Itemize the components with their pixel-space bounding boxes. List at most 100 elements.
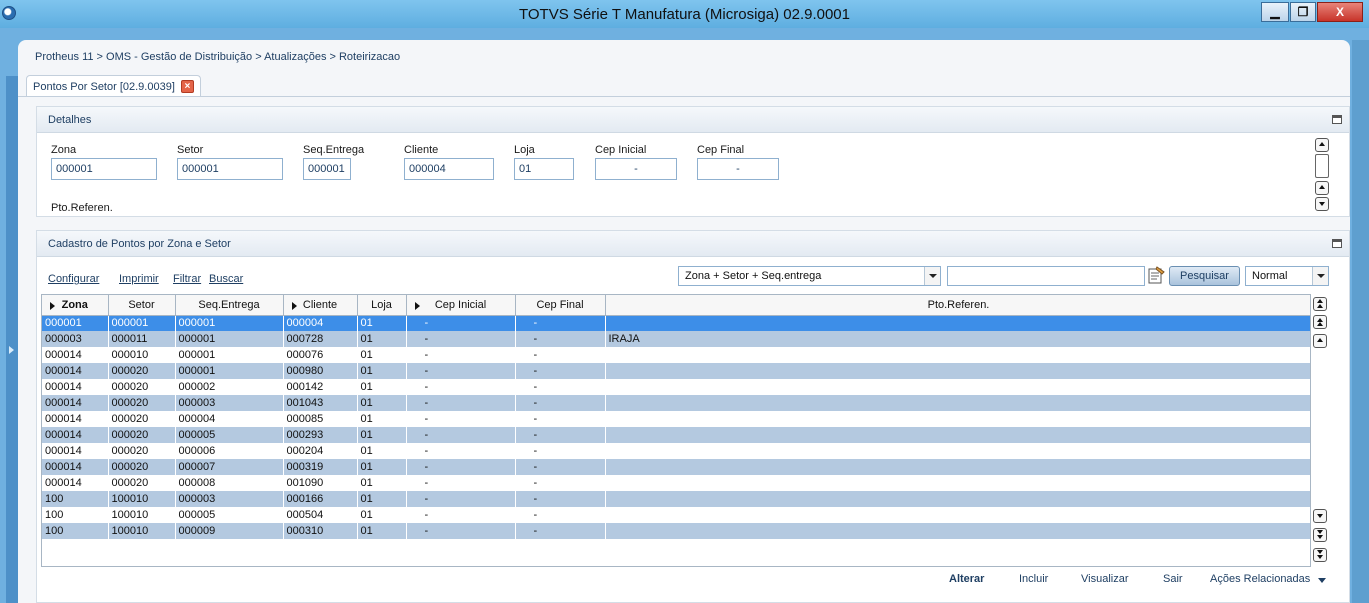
setor-field[interactable]: 000001: [177, 158, 283, 180]
table-cell: 01: [357, 427, 407, 443]
table-row[interactable]: 000014 000010 000001 000076 01- -: [42, 347, 1310, 363]
table-row[interactable]: 000001 000001 000001 000004 01- -: [42, 315, 1310, 331]
grid-scroll-pagedown-button[interactable]: [1313, 528, 1327, 542]
table-row[interactable]: 000014 000020 000001 000980 01- -: [42, 363, 1310, 379]
cliente-field[interactable]: 000004: [404, 158, 494, 180]
table-cell: 01: [357, 379, 407, 395]
details-panel: Detalhes Zona 000001 Setor 000001 Seq.En…: [36, 106, 1350, 217]
order-select[interactable]: Zona + Setor + Seq.entrega: [678, 266, 941, 286]
table-cell: 000020: [108, 363, 176, 379]
grid-scroll-top-button[interactable]: [1313, 297, 1327, 311]
table-cell: 000014: [42, 363, 109, 379]
table-cell: 000014: [42, 379, 109, 395]
grid-scroll-up-button[interactable]: [1313, 334, 1327, 348]
imprimir-link[interactable]: Imprimir: [119, 273, 159, 285]
tab-pontos-por-setor[interactable]: Pontos Por Setor [02.9.0039] ×: [26, 75, 201, 97]
column-header-setor[interactable]: Setor: [108, 295, 176, 316]
loja-field[interactable]: 01: [514, 158, 574, 180]
chevron-down-icon[interactable]: [1312, 267, 1328, 285]
configurar-link[interactable]: Configurar: [48, 273, 99, 285]
column-header-loja[interactable]: Loja: [357, 295, 407, 316]
table-cell: -: [515, 475, 606, 491]
right-border: [1352, 40, 1369, 603]
sair-button[interactable]: Sair: [1163, 573, 1183, 585]
table-cell: -: [406, 411, 516, 427]
table-cell: 01: [357, 523, 407, 539]
arrow-down-icon: [1317, 514, 1323, 518]
table-cell: 100010: [108, 523, 176, 539]
table-cell: 000020: [108, 411, 176, 427]
collapse-icon[interactable]: [1332, 115, 1342, 124]
table-cell: -: [515, 459, 606, 475]
grid-scroll-down-button[interactable]: [1313, 509, 1327, 523]
grid-scroll-pageup-button[interactable]: [1313, 315, 1327, 329]
table-cell: 100010: [108, 507, 176, 523]
filtrar-link[interactable]: Filtrar: [173, 273, 201, 285]
table-row[interactable]: 000014 000020 000007 000319 01- -: [42, 459, 1310, 475]
table-cell: -: [515, 363, 606, 379]
buscar-link[interactable]: Buscar: [209, 273, 243, 285]
tab-close-icon[interactable]: ×: [180, 80, 194, 93]
column-header-cep-final[interactable]: Cep Final: [515, 295, 606, 316]
table-row[interactable]: 000014 000020 000006 000204 01- -: [42, 443, 1310, 459]
table-row[interactable]: 000014 000020 000005 000293 01- -: [42, 427, 1310, 443]
collapse-icon[interactable]: [1332, 239, 1342, 248]
details-scroll-up-button[interactable]: [1315, 138, 1329, 152]
table-cell: 01: [357, 459, 407, 475]
table-row[interactable]: 100 100010 000003 000166 01- -: [42, 491, 1310, 507]
table-row[interactable]: 100 100010 000009 000310 01- -: [42, 523, 1310, 539]
seq-entrega-field[interactable]: 000001: [303, 158, 351, 180]
minimize-button[interactable]: ▁: [1261, 2, 1289, 22]
expand-arrow-icon: [9, 346, 14, 354]
zona-label: Zona: [51, 144, 77, 156]
close-window-button[interactable]: X: [1317, 2, 1363, 22]
table-row[interactable]: 000014 000020 000002 000142 01- -: [42, 379, 1310, 395]
column-header-cliente[interactable]: Cliente: [283, 295, 358, 316]
column-header-zona[interactable]: Zona: [42, 295, 109, 316]
details-scroll-up2-button[interactable]: [1315, 181, 1329, 195]
table-row[interactable]: 000003 000011 000001 000728 01- - IRAJA: [42, 331, 1310, 347]
acoes-relacionadas-button[interactable]: Ações Relacionadas: [1210, 573, 1310, 585]
grid-scroll-bottom-button[interactable]: [1313, 548, 1327, 562]
chevron-down-icon[interactable]: [924, 267, 940, 285]
details-scroll-down-button[interactable]: [1315, 197, 1329, 211]
cep-inicial-field[interactable]: -: [595, 158, 677, 180]
details-scrollbar-thumb[interactable]: [1315, 154, 1329, 178]
table-cell: [605, 347, 1310, 363]
cep-final-field[interactable]: -: [697, 158, 779, 180]
search-input[interactable]: [947, 266, 1145, 286]
table-row[interactable]: 000014 000020 000003 001043 01- -: [42, 395, 1310, 411]
view-select[interactable]: Normal: [1245, 266, 1329, 286]
table-cell: -: [515, 491, 606, 507]
table-row[interactable]: 000014 000020 000004 000085 01- -: [42, 411, 1310, 427]
arrow-up-icon: [1319, 185, 1325, 189]
table-cell: 000009: [175, 523, 284, 539]
zona-field[interactable]: 000001: [51, 158, 157, 180]
table-cell: -: [406, 459, 516, 475]
chevron-down-icon[interactable]: [1318, 578, 1326, 583]
column-header-cep-inicial[interactable]: Cep Inicial: [406, 295, 516, 316]
table-cell: -: [515, 411, 606, 427]
table-cell: 000001: [108, 315, 176, 331]
maximize-button[interactable]: ❐: [1290, 2, 1316, 22]
alterar-button[interactable]: Alterar: [949, 573, 984, 585]
table-cell: 001043: [283, 395, 358, 411]
table-cell: 000166: [283, 491, 358, 507]
search-button[interactable]: Pesquisar: [1169, 266, 1240, 286]
table-cell: [605, 379, 1310, 395]
side-panel-toggle[interactable]: [6, 76, 18, 603]
data-grid[interactable]: Zona Setor Seq.Entrega Cliente Loja Cep …: [41, 294, 1311, 567]
table-cell: 000014: [42, 395, 109, 411]
incluir-button[interactable]: Incluir: [1019, 573, 1048, 585]
table-row[interactable]: 000014 000020 000008 001090 01- -: [42, 475, 1310, 491]
visualizar-button[interactable]: Visualizar: [1081, 573, 1129, 585]
notepad-search-icon[interactable]: [1147, 266, 1165, 284]
column-header-pto-referen[interactable]: Pto.Referen.: [605, 295, 1310, 316]
table-cell: 000003: [175, 491, 284, 507]
column-header-seq-entrega[interactable]: Seq.Entrega: [175, 295, 284, 316]
table-cell: 000005: [175, 427, 284, 443]
table-row[interactable]: 100 100010 000005 000504 01- -: [42, 507, 1310, 523]
details-header: Detalhes: [37, 107, 1349, 133]
loja-label: Loja: [514, 144, 535, 156]
arrow-up-icon: [1317, 322, 1323, 326]
